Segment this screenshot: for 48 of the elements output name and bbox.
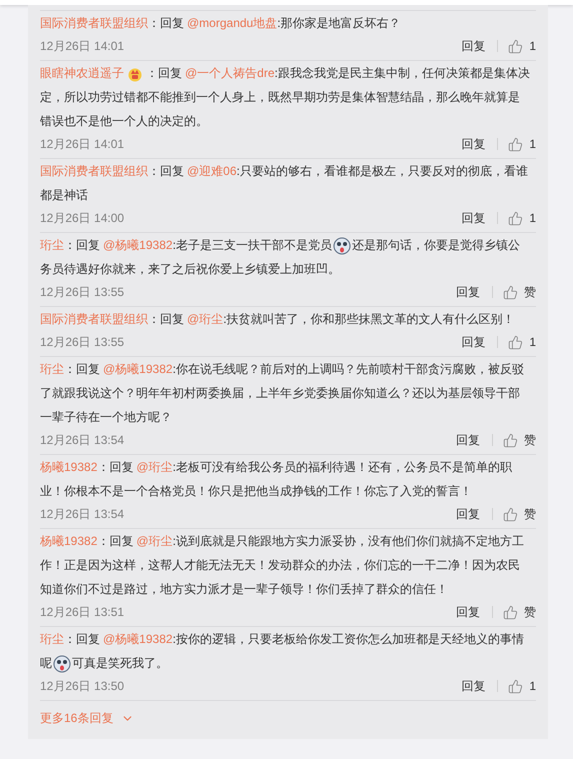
like-button[interactable]: 1 <box>508 677 536 695</box>
thumbs-up-icon <box>503 604 518 620</box>
comment-date: 12月26日 13:55 <box>40 284 124 301</box>
comment-text: 杨曦19382：回复 @珩尘:老板可没有给我公务员的福利待遇！还有，公务员不是简单的职业！你根本不是一个合格党员！你只是把他当成挣钱的工作！你忘了入党的誓言！ <box>40 459 513 500</box>
badge-icon <box>127 66 143 82</box>
comment-text: 眼瞎神农逍遥子 ：回复 @一个人祷告dre:跟我念我党是民主集中制，任何决策都是集体决定，所以功劳过错都不能推到一个人身上，既然早期功劳是集体智慧结晶，那么晚年就算是错误也不是他一个人的决定的。 <box>40 64 531 130</box>
like-button[interactable]: 赞 <box>503 603 536 621</box>
like-button[interactable]: 赞 <box>503 283 536 301</box>
thumbs-up-icon <box>503 432 518 448</box>
comment-date: 12月26日 13:51 <box>40 604 124 621</box>
like-button[interactable]: 1 <box>508 333 536 351</box>
reply-button[interactable]: 回复 <box>454 283 482 301</box>
reply-button[interactable]: 回复 <box>459 333 488 351</box>
comment-text: 国际消费者联盟组织：回复 @珩尘:扶贫就叫苦了，你和那些抹黑文革的文人有什么区别！ <box>40 311 516 328</box>
thumbs-up-icon <box>503 284 518 300</box>
reply-button[interactable]: 回复 <box>459 135 488 153</box>
comment-text: 国际消费者联盟组织：回复 @morgandu地盘:那你家是地富反坏右？ <box>40 15 402 32</box>
comment-date: 12月26日 14:00 <box>40 210 124 227</box>
thumbs-up-icon <box>508 136 524 152</box>
reply-button[interactable]: 回复 <box>454 505 482 523</box>
comment-date: 12月26日 13:54 <box>40 506 124 523</box>
reply-button[interactable]: 回复 <box>459 37 488 55</box>
thumbs-up-icon <box>503 506 518 522</box>
reply-button[interactable]: 回复 <box>454 431 482 449</box>
comment-date: 12月26日 13:55 <box>40 334 124 351</box>
comment-text: 国际消费者联盟组织：回复 @迎难06:只要站的够右，看谁都是极左，只要反对的彻底，看谁都是神话 <box>40 163 529 204</box>
thumbs-up-icon <box>508 38 524 54</box>
thumbs-up-icon <box>508 210 524 226</box>
comment-date: 12月26日 14:01 <box>40 136 124 153</box>
emoji-icon <box>53 654 71 673</box>
comment-text: 杨曦19382：回复 @珩尘:说到底就是只能跟地方实力派妥协，没有他们你们就搞不定地方工作！正是因为这样，这帮人才能无法无天！发动群众的办法，你们忘的一干二净！因为农民知道你们不过是路过，地方实力派才是一辈子领导！你们丢掉了群众的信任！ <box>40 533 525 598</box>
reply-button[interactable]: 回复 <box>459 209 488 227</box>
reply-button[interactable]: 回复 <box>459 677 488 695</box>
thumbs-up-icon <box>508 334 524 350</box>
like-button[interactable]: 1 <box>508 209 536 227</box>
like-button[interactable]: 赞 <box>503 505 536 523</box>
comment-date: 12月26日 14:01 <box>40 38 124 55</box>
like-button[interactable]: 赞 <box>503 431 536 449</box>
reply-button[interactable]: 回复 <box>454 603 482 621</box>
comment-text: 珩尘：回复 @杨曦19382:按你的逻辑，只要老板给你发工资你怎么加班都是天经地义的事情呢 可真是笑死我了。 <box>40 627 536 675</box>
like-button[interactable]: 1 <box>508 37 536 55</box>
thumbs-up-icon <box>508 678 524 694</box>
emoji-icon <box>332 236 351 255</box>
comment-text: 珩尘：回复 @杨曦19382:老子是三支一扶干部不是党员 还是那句话，你要是觉得乡镇公务员待遇好你就来，来了之后祝你爱上乡镇爱上加班凹。 <box>40 236 521 278</box>
like-button[interactable]: 1 <box>508 135 536 153</box>
comment-date: 12月26日 13:54 <box>40 432 124 449</box>
comment-date: 12月26日 13:50 <box>40 678 124 695</box>
comment-text: 珩尘：回复 @杨曦19382:你在说毛线呢？前后对的上调吗？先前喷村干部贪污腐败，被反驳了就跟我说这个？明年年初村两委换届，上半年乡党委换届你知道么？还以为基层领导干部一辈子待在一个地方呢？ <box>40 361 525 426</box>
